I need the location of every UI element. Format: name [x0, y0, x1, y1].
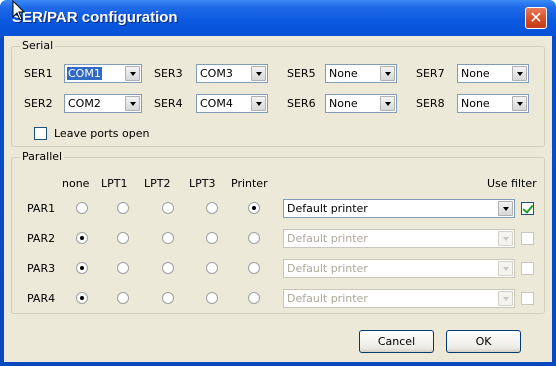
title-bar[interactable]: SER/PAR configuration ✕	[0, 0, 556, 36]
dropdown-arrow-icon[interactable]	[512, 96, 527, 111]
serial-port-combo[interactable]: COM3	[196, 64, 268, 83]
parallel-port-label: PAR3	[27, 262, 56, 275]
serial-port-combo[interactable]: None	[457, 64, 529, 83]
serial-port-value: None	[329, 67, 358, 80]
dropdown-arrow-icon[interactable]	[380, 66, 395, 81]
printer-select-value: Default printer	[287, 202, 368, 215]
serial-port-value: None	[329, 97, 358, 110]
close-icon: ✕	[529, 8, 543, 27]
dropdown-arrow-icon[interactable]	[125, 96, 140, 111]
radio-lpt3[interactable]	[206, 262, 218, 274]
parallel-column-header: LPT3	[189, 177, 216, 190]
printer-select[interactable]: Default printer	[283, 229, 515, 248]
serial-port-combo[interactable]: None	[325, 94, 397, 113]
radio-printer[interactable]	[248, 262, 260, 274]
serial-port-label: SER7	[416, 67, 445, 80]
radio-lpt1[interactable]	[117, 292, 129, 304]
radio-lpt1[interactable]	[117, 232, 129, 244]
dropdown-arrow-icon[interactable]	[498, 231, 513, 246]
serial-port-combo[interactable]: COM1	[64, 64, 142, 83]
dropdown-arrow-icon[interactable]	[380, 96, 395, 111]
parallel-port-label: PAR1	[27, 202, 56, 215]
serial-port-value: COM4	[200, 97, 233, 110]
serial-port-value: None	[461, 67, 490, 80]
window-title: SER/PAR configuration	[12, 9, 178, 26]
serial-port-label: SER4	[154, 97, 183, 110]
serial-port-combo[interactable]: COM2	[64, 94, 142, 113]
parallel-column-header: LPT2	[144, 177, 171, 190]
use-filter-checkbox[interactable]	[521, 202, 534, 215]
dropdown-arrow-icon[interactable]	[498, 291, 513, 306]
dropdown-arrow-icon[interactable]	[498, 201, 513, 216]
parallel-port-label: PAR4	[27, 292, 56, 305]
serial-port-label: SER3	[154, 67, 183, 80]
serial-port-label: SER1	[24, 67, 53, 80]
dropdown-arrow-icon[interactable]	[498, 261, 513, 276]
radio-lpt3[interactable]	[206, 232, 218, 244]
leave-ports-open-checkbox[interactable]	[34, 127, 47, 140]
radio-lpt1[interactable]	[117, 262, 129, 274]
radio-lpt2[interactable]	[162, 202, 174, 214]
radio-lpt3[interactable]	[206, 202, 218, 214]
serial-port-label: SER6	[287, 97, 316, 110]
radio-lpt1[interactable]	[117, 202, 129, 214]
use-filter-header: Use filter	[487, 177, 537, 190]
leave-ports-open-label: Leave ports open	[54, 127, 150, 140]
parallel-group-label: Parallel	[20, 150, 65, 163]
printer-select[interactable]: Default printer	[283, 289, 515, 308]
radio-lpt2[interactable]	[162, 262, 174, 274]
parallel-column-header: none	[62, 177, 90, 190]
close-button[interactable]: ✕	[525, 7, 547, 29]
parallel-column-header: LPT1	[101, 177, 128, 190]
use-filter-checkbox[interactable]	[521, 292, 534, 305]
parallel-port-label: PAR2	[27, 232, 56, 245]
serial-port-value: COM2	[68, 97, 101, 110]
radio-none[interactable]	[76, 262, 88, 274]
dropdown-arrow-icon[interactable]	[512, 66, 527, 81]
printer-select-value: Default printer	[287, 292, 368, 305]
cancel-button[interactable]: Cancel	[359, 330, 434, 353]
radio-none[interactable]	[76, 292, 88, 304]
mouse-pointer-icon	[12, 0, 26, 21]
use-filter-checkbox[interactable]	[521, 232, 534, 245]
radio-printer[interactable]	[248, 292, 260, 304]
serial-port-value: None	[461, 97, 490, 110]
ok-button[interactable]: OK	[446, 330, 521, 353]
radio-printer[interactable]	[248, 202, 260, 214]
serial-port-combo[interactable]: None	[457, 94, 529, 113]
serial-port-combo[interactable]: None	[325, 64, 397, 83]
serial-port-combo[interactable]: COM4	[196, 94, 268, 113]
serial-port-label: SER2	[24, 97, 53, 110]
dropdown-arrow-icon[interactable]	[125, 66, 140, 81]
printer-select[interactable]: Default printer	[283, 199, 515, 218]
serial-port-value: COM3	[200, 67, 233, 80]
printer-select-value: Default printer	[287, 262, 368, 275]
dropdown-arrow-icon[interactable]	[251, 96, 266, 111]
radio-none[interactable]	[76, 232, 88, 244]
serial-group-label: Serial	[20, 39, 56, 52]
dropdown-arrow-icon[interactable]	[251, 66, 266, 81]
parallel-column-header: Printer	[231, 177, 268, 190]
use-filter-checkbox[interactable]	[521, 262, 534, 275]
serial-port-value: COM1	[66, 66, 103, 81]
printer-select[interactable]: Default printer	[283, 259, 515, 278]
serial-port-label: SER8	[416, 97, 445, 110]
radio-printer[interactable]	[248, 232, 260, 244]
radio-lpt3[interactable]	[206, 292, 218, 304]
serial-port-label: SER5	[287, 67, 316, 80]
radio-lpt2[interactable]	[162, 232, 174, 244]
dialog-window: SER/PAR configuration ✕ Serial SER1 COM1 S…	[0, 0, 556, 366]
dialog-client-area: Serial SER1 COM1 SER3 COM3 SER5 None SER7 None S…	[4, 36, 552, 362]
radio-none[interactable]	[76, 202, 88, 214]
radio-lpt2[interactable]	[162, 292, 174, 304]
printer-select-value: Default printer	[287, 232, 368, 245]
